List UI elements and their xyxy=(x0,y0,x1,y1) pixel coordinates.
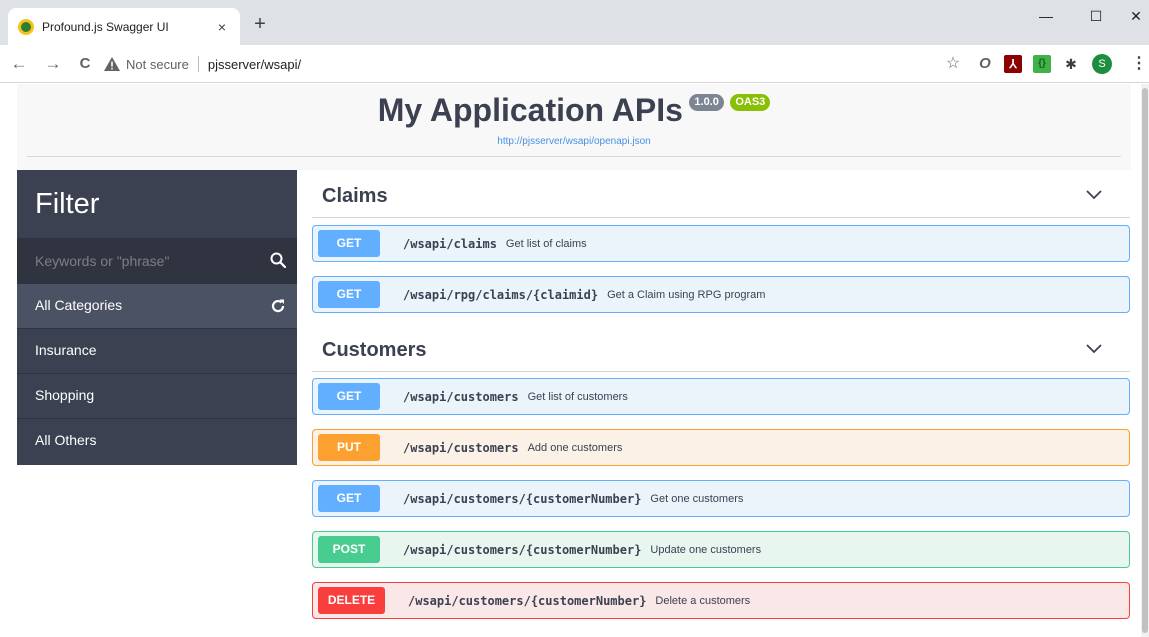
operation-get-customers[interactable]: GET /wsapi/customers Get list of custome… xyxy=(312,378,1130,415)
search-input[interactable] xyxy=(35,250,255,272)
url-text[interactable]: pjsserver/wsapi/ xyxy=(208,57,301,72)
filter-title: Filter xyxy=(35,188,100,220)
scrollbar-thumb[interactable] xyxy=(1142,88,1148,633)
omnibox-divider xyxy=(197,56,199,72)
operation-summary: Get list of customers xyxy=(527,390,628,403)
close-window-button[interactable]: ✕ xyxy=(1118,4,1149,28)
minimize-button[interactable]: — xyxy=(1028,4,1064,28)
operation-get-claims[interactable]: GET /wsapi/claims Get list of claims xyxy=(312,225,1130,262)
method-badge: PUT xyxy=(318,434,380,461)
browser-tab[interactable]: Profound.js Swagger UI × xyxy=(8,8,240,45)
method-badge: GET xyxy=(318,230,380,257)
method-badge: POST xyxy=(318,536,380,563)
category-label: Insurance xyxy=(35,342,97,358)
method-badge: GET xyxy=(318,383,380,410)
operation-summary: Add one customers xyxy=(527,441,623,454)
method-badge: GET xyxy=(318,281,380,308)
back-button[interactable]: ← xyxy=(9,53,29,75)
operation-summary: Get list of claims xyxy=(505,237,587,250)
section-customers[interactable]: Customers xyxy=(312,324,1130,372)
page-title: My Application APIs xyxy=(377,92,683,128)
operation-get-claim-by-id[interactable]: GET /wsapi/rpg/claims/{claimid} Get a Cl… xyxy=(312,276,1130,313)
section-claims[interactable]: Claims xyxy=(312,170,1130,218)
operation-put-customers[interactable]: PUT /wsapi/customers Add one customers xyxy=(312,429,1130,466)
favicon-icon xyxy=(18,18,34,35)
extensions-puzzle-icon[interactable]: ✱ xyxy=(1062,55,1080,73)
section-title: Customers xyxy=(322,339,427,361)
json-extension-icon[interactable]: {} xyxy=(1033,55,1051,73)
category-label: Shopping xyxy=(35,387,95,403)
address-bar: ← → C Not secure pjsserver/wsapi/ ☆ O ⅄ … xyxy=(0,45,1149,83)
operation-post-customer[interactable]: POST /wsapi/customers/{customerNumber} U… xyxy=(312,531,1130,568)
title-row: My Application APIs 1.0.0 OAS3 xyxy=(17,92,1131,129)
operation-summary: Get one customers xyxy=(650,492,744,505)
maximize-button[interactable]: ☐ xyxy=(1078,4,1114,28)
category-label: All Others xyxy=(35,432,97,448)
method-badge: GET xyxy=(318,485,380,512)
operation-path: /wsapi/customers xyxy=(403,440,519,455)
security-label: Not secure xyxy=(126,56,189,72)
operation-path: /wsapi/customers xyxy=(403,389,519,404)
url-omnibox[interactable]: Not secure pjsserver/wsapi/ xyxy=(104,50,974,78)
api-header: My Application APIs 1.0.0 OAS3 http://pj… xyxy=(17,84,1131,170)
operation-path: /wsapi/claims xyxy=(403,236,497,251)
close-tab-icon[interactable]: × xyxy=(214,19,230,35)
header-divider xyxy=(27,156,1121,157)
browser-menu-icon[interactable]: ⋮ xyxy=(1130,55,1148,73)
profile-avatar[interactable]: S xyxy=(1092,54,1112,74)
operation-summary: Delete a customers xyxy=(655,594,751,607)
chevron-down-icon[interactable] xyxy=(1086,344,1102,354)
operation-get-customer-by-number[interactable]: GET /wsapi/customers/{customerNumber} Ge… xyxy=(312,480,1130,517)
operation-summary: Update one customers xyxy=(650,543,762,556)
operation-delete-customer[interactable]: DELETE /wsapi/customers/{customerNumber}… xyxy=(312,582,1130,619)
category-all-categories[interactable]: All Categories xyxy=(17,283,297,328)
oas-badge: OAS3 xyxy=(730,94,771,111)
method-badge: DELETE xyxy=(318,587,385,614)
warning-icon xyxy=(104,57,120,71)
bookmark-star-icon[interactable]: ☆ xyxy=(944,55,962,73)
category-shopping[interactable]: Shopping xyxy=(17,373,297,418)
search-icon[interactable] xyxy=(270,252,286,268)
operation-path: /wsapi/customers/{customerNumber} xyxy=(403,542,642,557)
opera-extension-icon[interactable]: O xyxy=(976,55,994,73)
category-label: All Categories xyxy=(35,297,123,313)
chevron-down-icon[interactable] xyxy=(1086,190,1102,200)
new-tab-button[interactable]: + xyxy=(248,13,272,37)
pdf-extension-icon[interactable]: ⅄ xyxy=(1004,55,1022,73)
browser-tab-bar: Profound.js Swagger UI × + — ☐ ✕ xyxy=(0,0,1149,45)
openapi-spec-link[interactable]: http://pjsserver/wsapi/openapi.json xyxy=(17,136,1131,147)
page-scrollbar[interactable] xyxy=(1141,84,1149,637)
filter-sidebar: Filter All Categories Insurance Shopping… xyxy=(17,170,297,465)
forward-button[interactable]: → xyxy=(43,53,63,75)
section-title: Claims xyxy=(322,185,388,207)
operation-path: /wsapi/customers/{customerNumber} xyxy=(403,491,642,506)
operation-summary: Get a Claim using RPG program xyxy=(607,288,766,301)
operation-path: /wsapi/rpg/claims/{claimid} xyxy=(403,287,599,302)
reload-button[interactable]: C xyxy=(75,53,95,75)
refresh-icon[interactable] xyxy=(270,298,286,314)
tab-title: Profound.js Swagger UI xyxy=(42,19,169,34)
category-insurance[interactable]: Insurance xyxy=(17,328,297,373)
search-row xyxy=(17,238,297,283)
version-badge: 1.0.0 xyxy=(689,94,724,111)
category-all-others[interactable]: All Others xyxy=(17,418,297,463)
operation-path: /wsapi/customers/{customerNumber} xyxy=(408,593,647,608)
page-content: My Application APIs 1.0.0 OAS3 http://pj… xyxy=(0,84,1141,637)
